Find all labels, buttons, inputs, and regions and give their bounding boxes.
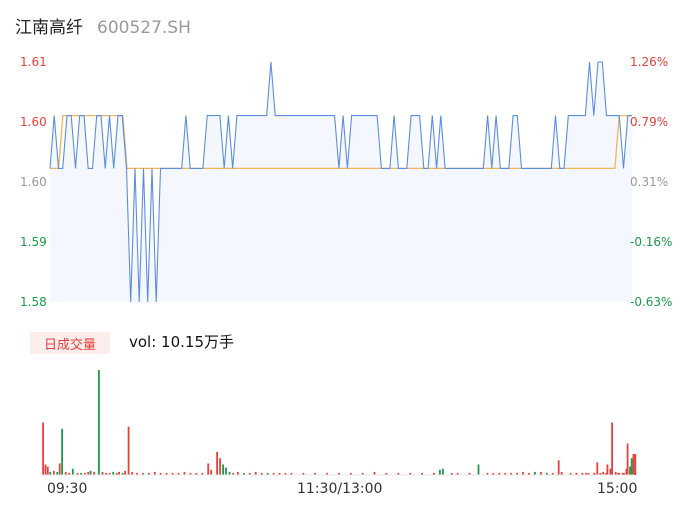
volume-bar: [477, 464, 480, 475]
pct-tick-label: 0.31%: [630, 175, 669, 189]
time-tick-label: 11:30/13:00: [297, 481, 383, 497]
volume-bar: [630, 458, 633, 475]
volume-bar: [61, 428, 63, 475]
volume-bar: [216, 451, 218, 475]
volume-bar: [222, 464, 224, 475]
price-tick-label: 1.61: [20, 55, 47, 69]
price-tick-label: 1.59: [20, 235, 47, 249]
intraday-chart: [40, 61, 637, 476]
volume-bar: [632, 454, 635, 475]
time-tick-label: 15:00: [597, 481, 638, 497]
volume-bar: [611, 422, 613, 475]
pct-tick-label: -0.63%: [630, 295, 673, 309]
volume-bar: [207, 463, 210, 475]
volume-bar: [606, 464, 609, 475]
volume-bar: [46, 466, 49, 475]
volume-bar: [44, 464, 47, 475]
price-tick-label: 1.60: [20, 175, 47, 189]
volume-bar: [609, 468, 612, 475]
volume-bar: [629, 466, 631, 475]
pct-tick-label: 0.79%: [630, 115, 669, 129]
volume-bar: [71, 468, 74, 475]
price-tick-label: 1.58: [20, 295, 47, 309]
volume-bar: [219, 458, 221, 475]
volume-bar: [596, 462, 599, 475]
volume-bar: [634, 454, 637, 475]
volume-bar: [42, 422, 44, 475]
pct-tick-label: -0.16%: [630, 235, 673, 249]
volume-bar: [89, 470, 92, 475]
volume-bar: [58, 463, 61, 475]
time-tick-label: 09:30: [47, 481, 88, 497]
pct-tick-label: 1.26%: [630, 55, 669, 69]
volume-bar: [98, 370, 100, 475]
price-tick-label: 1.60: [20, 115, 47, 129]
volume-bar: [124, 470, 126, 475]
volume-bar: [127, 426, 130, 475]
volume-readout: vol: 10.15万手: [129, 333, 234, 351]
volume-bar: [210, 469, 213, 476]
volume-bar: [225, 467, 227, 475]
volume-bar: [439, 469, 441, 476]
price-area: [50, 62, 632, 302]
volume-bar: [442, 468, 444, 475]
volume-bar: [52, 470, 55, 475]
volume-bar: [626, 443, 629, 475]
volume-bar: [557, 460, 560, 475]
daily-volume-badge[interactable]: 日成交量: [30, 332, 110, 354]
